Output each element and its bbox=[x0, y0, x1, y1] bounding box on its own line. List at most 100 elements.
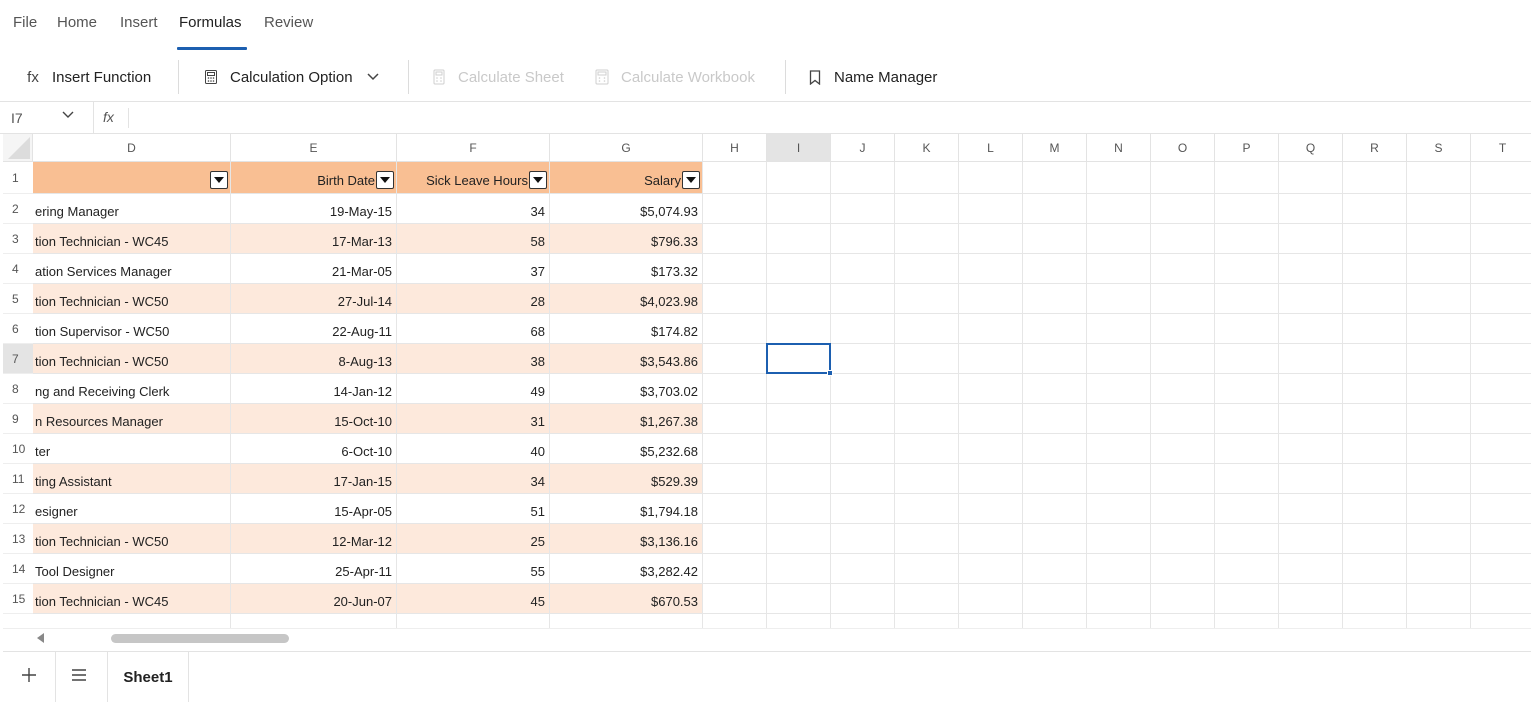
table-header-cell[interactable]: Sick Leave Hours bbox=[397, 166, 547, 194]
table-cell-g[interactable]: $174.82 bbox=[550, 319, 703, 344]
filter-dropdown-icon[interactable] bbox=[210, 171, 228, 189]
table-cell-g[interactable]: $796.33 bbox=[550, 229, 703, 254]
table-cell-d[interactable]: tion Technician - WC50 bbox=[35, 289, 231, 314]
table-cell-g[interactable]: $5,074.93 bbox=[550, 199, 703, 224]
table-cell-f[interactable]: 58 bbox=[397, 229, 550, 254]
formula-input[interactable] bbox=[132, 105, 1522, 131]
table-cell-f[interactable]: 34 bbox=[397, 199, 550, 224]
filter-dropdown-icon[interactable] bbox=[529, 171, 547, 189]
table-header-cell[interactable]: Birth Date bbox=[231, 166, 394, 194]
table-cell-g[interactable]: $3,543.86 bbox=[550, 349, 703, 374]
table-cell-e[interactable]: 6-Oct-10 bbox=[231, 439, 397, 464]
table-cell-e[interactable]: 27-Jul-14 bbox=[231, 289, 397, 314]
column-header-d[interactable]: D bbox=[33, 134, 231, 162]
fill-handle[interactable] bbox=[827, 370, 833, 376]
table-cell-f[interactable]: 55 bbox=[397, 559, 550, 584]
row-header[interactable]: 7 bbox=[3, 344, 33, 374]
table-cell-e[interactable]: 20-Jun-07 bbox=[231, 589, 397, 614]
row-header[interactable]: 10 bbox=[3, 434, 33, 464]
row-header[interactable]: 5 bbox=[3, 284, 33, 314]
table-cell-g[interactable]: $5,232.68 bbox=[550, 439, 703, 464]
column-header-e[interactable]: E bbox=[231, 134, 397, 162]
column-header-k[interactable]: K bbox=[895, 134, 959, 162]
calculation-option-dropdown[interactable]: Calculation Option bbox=[200, 52, 379, 102]
table-cell-d[interactable]: esigner bbox=[35, 499, 231, 524]
table-cell-f[interactable]: 49 bbox=[397, 379, 550, 404]
table-cell-f[interactable]: 28 bbox=[397, 289, 550, 314]
row-header[interactable]: 2 bbox=[3, 194, 33, 224]
row-header[interactable]: 4 bbox=[3, 254, 33, 284]
table-cell-g[interactable]: $4,023.98 bbox=[550, 289, 703, 314]
table-cell-f[interactable]: 40 bbox=[397, 439, 550, 464]
add-sheet-button[interactable] bbox=[21, 664, 37, 688]
table-cell-g[interactable]: $3,136.16 bbox=[550, 529, 703, 554]
column-header-g[interactable]: G bbox=[550, 134, 703, 162]
row-header[interactable]: 12 bbox=[3, 494, 33, 524]
table-cell-g[interactable]: $173.32 bbox=[550, 259, 703, 284]
filter-dropdown-icon[interactable] bbox=[682, 171, 700, 189]
row-header[interactable]: 14 bbox=[3, 554, 33, 584]
table-cell-d[interactable]: Tool Designer bbox=[35, 559, 231, 584]
table-cell-g[interactable]: $1,267.38 bbox=[550, 409, 703, 434]
column-header-t[interactable]: T bbox=[1471, 134, 1531, 162]
table-cell-e[interactable]: 12-Mar-12 bbox=[231, 529, 397, 554]
column-header-m[interactable]: M bbox=[1023, 134, 1087, 162]
column-header-o[interactable]: O bbox=[1151, 134, 1215, 162]
table-cell-d[interactable]: ation Services Manager bbox=[35, 259, 231, 284]
row-header[interactable]: 3 bbox=[3, 224, 33, 254]
sheet-tab-sheet1[interactable]: Sheet1 bbox=[108, 652, 188, 702]
table-cell-d[interactable]: tion Technician - WC50 bbox=[35, 529, 231, 554]
table-cell-f[interactable]: 51 bbox=[397, 499, 550, 524]
table-cell-g[interactable]: $3,282.42 bbox=[550, 559, 703, 584]
sheet-list-button[interactable] bbox=[71, 666, 87, 686]
table-cell-e[interactable]: 22-Aug-11 bbox=[231, 319, 397, 344]
row-header[interactable]: 15 bbox=[3, 584, 33, 614]
table-cell-d[interactable]: tion Technician - WC45 bbox=[35, 229, 231, 254]
table-cell-e[interactable]: 17-Jan-15 bbox=[231, 469, 397, 494]
table-cell-f[interactable]: 45 bbox=[397, 589, 550, 614]
table-cell-f[interactable]: 31 bbox=[397, 409, 550, 434]
table-cell-f[interactable]: 25 bbox=[397, 529, 550, 554]
table-cell-g[interactable]: $670.53 bbox=[550, 589, 703, 614]
table-cell-d[interactable]: ter bbox=[35, 439, 231, 464]
filter-dropdown-icon[interactable] bbox=[376, 171, 394, 189]
column-header-p[interactable]: P bbox=[1215, 134, 1279, 162]
table-cell-g[interactable]: $3,703.02 bbox=[550, 379, 703, 404]
table-cell-f[interactable]: 68 bbox=[397, 319, 550, 344]
table-cell-e[interactable]: 17-Mar-13 bbox=[231, 229, 397, 254]
table-cell-e[interactable]: 21-Mar-05 bbox=[231, 259, 397, 284]
row-header[interactable]: 13 bbox=[3, 524, 33, 554]
column-header-i[interactable]: I bbox=[767, 134, 831, 162]
column-header-r[interactable]: R bbox=[1343, 134, 1407, 162]
tab-file[interactable]: File bbox=[13, 14, 37, 31]
table-cell-f[interactable]: 34 bbox=[397, 469, 550, 494]
table-cell-f[interactable]: 37 bbox=[397, 259, 550, 284]
tab-insert[interactable]: Insert bbox=[120, 14, 158, 31]
table-cell-e[interactable]: 25-Apr-11 bbox=[231, 559, 397, 584]
insert-function-button[interactable]: fx Insert Function bbox=[22, 52, 151, 102]
table-cell-e[interactable]: 15-Apr-05 bbox=[231, 499, 397, 524]
column-header-q[interactable]: Q bbox=[1279, 134, 1343, 162]
table-cell-d[interactable]: tion Supervisor - WC50 bbox=[35, 319, 231, 344]
table-cell-e[interactable]: 8-Aug-13 bbox=[231, 349, 397, 374]
calculate-workbook-button[interactable]: Calculate Workbook bbox=[591, 52, 755, 102]
column-header-j[interactable]: J bbox=[831, 134, 895, 162]
active-cell-selection[interactable] bbox=[766, 343, 831, 374]
table-cell-d[interactable]: ng and Receiving Clerk bbox=[35, 379, 231, 404]
scroll-thumb[interactable] bbox=[111, 634, 289, 643]
column-header-f[interactable]: F bbox=[397, 134, 550, 162]
row-header[interactable]: 9 bbox=[3, 404, 33, 434]
name-box-chevron-icon[interactable] bbox=[62, 108, 74, 122]
table-cell-g[interactable]: $529.39 bbox=[550, 469, 703, 494]
row-header[interactable]: 6 bbox=[3, 314, 33, 344]
row-header[interactable]: 11 bbox=[3, 464, 33, 494]
name-box[interactable]: I7 bbox=[3, 102, 93, 133]
column-header-l[interactable]: L bbox=[959, 134, 1023, 162]
select-all-corner[interactable] bbox=[3, 134, 33, 162]
scroll-left-arrow-icon[interactable] bbox=[37, 633, 44, 643]
tab-review[interactable]: Review bbox=[264, 14, 313, 31]
table-cell-g[interactable]: $1,794.18 bbox=[550, 499, 703, 524]
table-header-cell[interactable] bbox=[33, 166, 228, 194]
table-header-cell[interactable]: Salary bbox=[550, 166, 700, 194]
calculate-sheet-button[interactable]: Calculate Sheet bbox=[428, 52, 564, 102]
